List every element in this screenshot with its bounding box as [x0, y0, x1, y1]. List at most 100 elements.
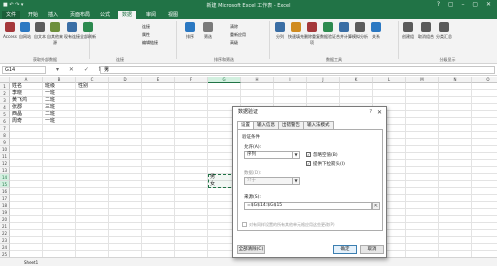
ribbon-button[interactable]: 合并计算 [336, 22, 352, 40]
cell-b4[interactable]: 三班 [44, 104, 77, 111]
row-header[interactable]: 5 [0, 111, 10, 118]
cell-a1[interactable]: 姓名 [11, 83, 44, 90]
column-header[interactable]: F [175, 77, 208, 83]
ribbon-button[interactable]: 筛选 [200, 22, 216, 40]
column-header[interactable]: D [109, 77, 142, 83]
tab-page-layout[interactable]: 页面布局 [66, 11, 94, 19]
column-header[interactable]: G [208, 77, 241, 83]
dropdown-checkbox[interactable]: ✓ [306, 161, 311, 166]
row-header[interactable]: 17 [0, 195, 10, 202]
row-header[interactable]: 12 [0, 160, 10, 167]
cell-a5[interactable]: 西晶 [11, 111, 44, 118]
tab-view[interactable]: 视图 [164, 11, 182, 19]
column-header[interactable]: H [241, 77, 274, 83]
tab-error-alert[interactable]: 出错警告 [278, 121, 304, 129]
row-header[interactable]: 24 [0, 244, 10, 251]
row-header[interactable]: 13 [0, 167, 10, 174]
cancel-button[interactable]: 取消 [360, 245, 384, 254]
column-header[interactable]: L [373, 77, 406, 83]
properties-item[interactable]: 属性 [142, 32, 150, 38]
ribbon-button[interactable]: 关系 [368, 22, 384, 40]
tab-formulas[interactable]: 公式 [96, 11, 114, 19]
row-header[interactable]: 19 [0, 209, 10, 216]
ribbon-button[interactable]: 自文本 [32, 22, 48, 40]
ribbon-button[interactable]: 创建组 [400, 22, 416, 40]
row-header[interactable]: 11 [0, 153, 10, 160]
cell-c1[interactable]: 性别 [77, 83, 110, 90]
row-header[interactable]: 20 [0, 216, 10, 223]
tab-input-message[interactable]: 输入信息 [253, 121, 279, 129]
ribbon-button[interactable]: 数据验证 [320, 22, 336, 40]
ribbon-button[interactable]: 删除重复项 [304, 22, 320, 46]
row-header[interactable]: 8 [0, 132, 10, 139]
sheet-tab[interactable]: Sheet1 [24, 260, 38, 265]
advanced-item[interactable]: 高级 [230, 40, 238, 46]
connections-item[interactable]: 连接 [142, 24, 150, 30]
row-header[interactable]: 21 [0, 223, 10, 230]
column-header[interactable]: J [307, 77, 340, 83]
ribbon-button[interactable]: 分类汇总 [436, 22, 452, 40]
column-header[interactable]: I [274, 77, 307, 83]
row-header[interactable]: 15 [0, 181, 10, 188]
ignore-blank-checkbox[interactable]: ✓ [306, 152, 311, 157]
row-header[interactable]: 4 [0, 104, 10, 111]
formula-input[interactable]: 男 [100, 66, 495, 74]
row-header[interactable]: 3 [0, 97, 10, 104]
tab-insert[interactable]: 插入 [44, 11, 62, 19]
row-header[interactable]: 7 [0, 125, 10, 132]
cell-a2[interactable]: 李晓 [11, 90, 44, 97]
ribbon-button-label: 取消组合 [418, 34, 434, 39]
ribbon-button[interactable]: 自网站 [17, 22, 33, 40]
column-header[interactable]: E [142, 77, 175, 83]
cell-a3[interactable]: 黄飞鸿 [11, 97, 44, 104]
row-header[interactable]: 16 [0, 188, 10, 195]
row-header[interactable]: 22 [0, 230, 10, 237]
clear-all-button[interactable]: 全部清除(C) [237, 245, 265, 254]
column-header[interactable]: O [472, 77, 497, 83]
row-header[interactable]: 6 [0, 118, 10, 125]
row-header[interactable]: 1 [0, 83, 10, 90]
edit-links-item[interactable]: 编辑链接 [142, 40, 158, 46]
cell-b2[interactable]: 一班 [44, 90, 77, 97]
row-header[interactable]: 14 [0, 174, 10, 181]
row-header[interactable]: 2 [0, 90, 10, 97]
tab-data[interactable]: 数据 [118, 11, 137, 19]
ribbon-button[interactable]: 模拟分析 [352, 22, 368, 40]
name-box[interactable]: G14 [2, 66, 46, 74]
column-header[interactable]: K [340, 77, 373, 83]
ok-button[interactable]: 确定 [333, 245, 357, 254]
tab-ime-mode[interactable]: 输入法模式 [303, 121, 334, 129]
tab-home[interactable]: 开始 [24, 11, 42, 19]
row-header[interactable]: 10 [0, 146, 10, 153]
ribbon-button[interactable]: 快速填充 [288, 22, 304, 40]
ribbon-button[interactable]: 分列 [272, 22, 288, 40]
tab-review[interactable]: 审阅 [142, 11, 160, 19]
cell-a4[interactable]: 张郡 [11, 104, 44, 111]
cell-b6[interactable]: 一班 [44, 118, 77, 125]
cell-b5[interactable]: 二班 [44, 111, 77, 118]
cell-a6[interactable]: 周奇 [11, 118, 44, 125]
allow-select[interactable]: 序列 ▼ [244, 151, 300, 159]
source-input[interactable]: =$G$14:$G$15 [244, 202, 372, 210]
apply-all-checkbox[interactable] [242, 222, 247, 227]
cell-b1[interactable]: 班级 [44, 83, 77, 90]
column-header[interactable]: N [439, 77, 472, 83]
ribbon-button[interactable]: 取消组合 [418, 22, 434, 40]
ribbon-button[interactable]: 排序 [182, 22, 198, 40]
clear-item[interactable]: 清除 [230, 24, 238, 30]
ribbon-button[interactable]: 全部刷新 [80, 22, 96, 40]
window-controls[interactable]: ? ▢ – ▢ ✕ [437, 1, 494, 8]
close-icon[interactable]: ✕ [377, 109, 382, 116]
reapply-item[interactable]: 重新应用 [230, 32, 246, 38]
ribbon-button[interactable]: Access [2, 22, 18, 39]
range-picker-icon[interactable]: ⇱ [372, 202, 380, 210]
ribbon-button[interactable]: 现有连接 [64, 22, 80, 40]
row-header[interactable]: 23 [0, 237, 10, 244]
column-header[interactable]: M [406, 77, 439, 83]
row-header[interactable]: 18 [0, 202, 10, 209]
row-header[interactable]: 9 [0, 139, 10, 146]
tab-file[interactable]: 文件 [2, 11, 21, 19]
cell-b3[interactable]: 二班 [44, 97, 77, 104]
ribbon-button[interactable]: 自其他来源 [47, 22, 63, 46]
help-icon[interactable]: ? [369, 109, 372, 115]
